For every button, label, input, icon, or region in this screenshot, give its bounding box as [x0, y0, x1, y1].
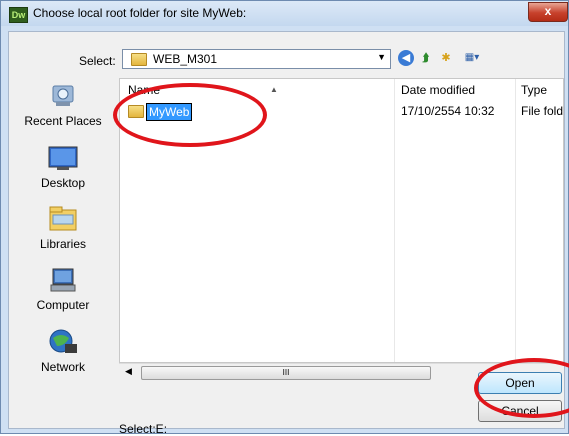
place-label: Recent Places — [24, 114, 102, 128]
computer-icon — [47, 266, 79, 294]
new-folder-icon[interactable]: ✱ — [438, 50, 454, 66]
file-row-myweb[interactable]: MyWeb 17/10/2554 10:32 File folder — [128, 103, 564, 121]
dreamweaver-icon: Dw — [9, 7, 28, 23]
dialog-window: Dw Choose local root folder for site MyW… — [0, 0, 569, 436]
folder-icon — [128, 105, 144, 118]
current-folder-name: WEB_M301 — [153, 52, 218, 66]
column-header-type[interactable]: Type — [521, 81, 547, 99]
place-libraries[interactable]: Libraries — [9, 205, 117, 251]
column-header-name[interactable]: Name — [128, 81, 160, 99]
file-type: File folder — [521, 104, 564, 118]
desktop-icon — [47, 144, 79, 172]
file-name-rename-field[interactable]: MyWeb — [146, 103, 193, 121]
title-bar[interactable]: Dw Choose local root folder for site MyW… — [1, 1, 568, 26]
recent-places-icon — [47, 82, 79, 110]
place-network[interactable]: Network — [9, 328, 117, 374]
scroll-thumb[interactable]: III — [141, 366, 431, 380]
column-divider — [515, 79, 516, 362]
sort-arrow-icon: ▲ — [270, 85, 278, 94]
place-label: Computer — [36, 298, 90, 312]
cancel-button[interactable]: Cancel — [478, 400, 562, 422]
place-label: Desktop — [40, 176, 86, 190]
close-button[interactable]: x — [528, 2, 568, 22]
scroll-left-icon[interactable]: ◀ — [125, 366, 132, 377]
up-folder-icon[interactable]: ⮭ — [418, 50, 434, 66]
open-button[interactable]: Open — [478, 372, 562, 394]
place-computer[interactable]: Computer — [9, 266, 117, 312]
libraries-icon — [47, 205, 79, 233]
dialog-body: Select: WEB_M301 ▼ ◀ ⮭ ✱ ▦▾ Recent Place… — [8, 31, 565, 436]
file-date-modified: 17/10/2554 10:32 — [401, 104, 495, 118]
places-bar: Recent Places Desktop Libraries Computer — [9, 78, 117, 423]
file-list[interactable]: Name ▲ Date modified Type MyWeb 17/10/25… — [119, 78, 564, 363]
dropdown-arrow-icon[interactable]: ▼ — [377, 52, 386, 62]
column-header-date-modified[interactable]: Date modified — [401, 81, 475, 99]
view-menu-icon[interactable]: ▦▾ — [461, 50, 483, 66]
back-icon[interactable]: ◀ — [398, 50, 414, 66]
select-label: Select: — [79, 54, 116, 68]
folder-path-combobox[interactable]: WEB_M301 ▼ — [122, 49, 391, 69]
network-icon — [47, 328, 79, 356]
folder-icon — [131, 53, 147, 66]
place-recent-places[interactable]: Recent Places — [9, 82, 117, 128]
dialog-title: Choose local root folder for site MyWeb: — [33, 6, 247, 20]
place-label: Network — [40, 360, 85, 374]
column-divider — [394, 79, 395, 362]
place-desktop[interactable]: Desktop — [9, 144, 117, 190]
place-label: Libraries — [39, 237, 87, 251]
